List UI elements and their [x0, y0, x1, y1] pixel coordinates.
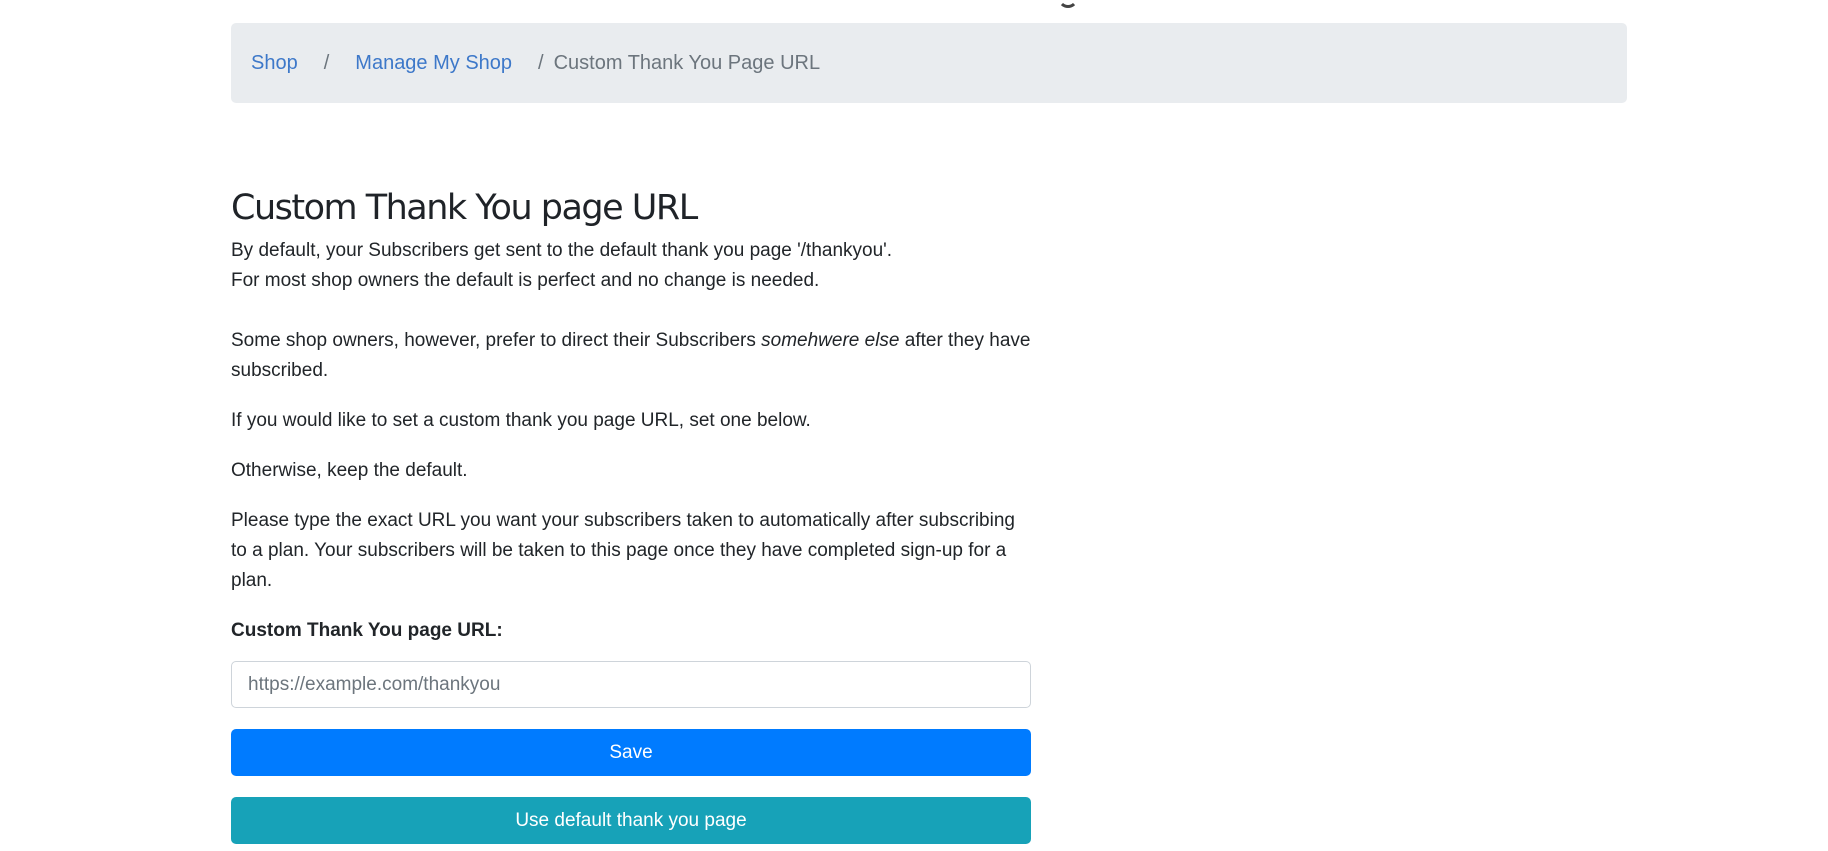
url-field-label: Custom Thank You page URL:	[231, 620, 503, 641]
redirect-explanation: Some shop owners, however, prefer to dir…	[231, 326, 1031, 386]
breadcrumb-separator: /	[323, 51, 330, 74]
intro-line-2: For most shop owners the default is perf…	[231, 270, 820, 291]
breadcrumb-item-shop[interactable]: Shop	[251, 52, 298, 75]
keep-default-note: Otherwise, keep the default.	[231, 460, 468, 481]
intro-line-1: By default, your Subscribers get sent to…	[231, 240, 893, 261]
breadcrumb-item-manage-my-shop[interactable]: Manage My Shop	[355, 52, 512, 75]
use-default-button[interactable]: Use default thank you page	[231, 797, 1031, 844]
thankyou-url-input[interactable]	[231, 661, 1031, 708]
page-title: Custom Thank You page URL	[231, 188, 698, 228]
header-logo-fragment	[1058, 0, 1078, 8]
breadcrumb: Shop / Manage My Shop / Custom Thank You…	[231, 23, 1627, 103]
custom-url-instruction: If you would like to set a custom thank …	[231, 410, 811, 431]
save-button[interactable]: Save	[231, 729, 1031, 776]
redirect-text-before: Some shop owners, however, prefer to dir…	[231, 330, 762, 351]
main-content: Custom Thank You page URL By default, yo…	[231, 180, 1031, 844]
redirect-emphasis: somehwere else	[761, 330, 900, 351]
breadcrumb-separator: /	[538, 51, 544, 74]
breadcrumb-current: Custom Thank You Page URL	[553, 51, 821, 74]
url-help-text: Please type the exact URL you want your …	[231, 510, 1015, 591]
intro-paragraph: By default, your Subscribers get sent to…	[231, 236, 1031, 296]
